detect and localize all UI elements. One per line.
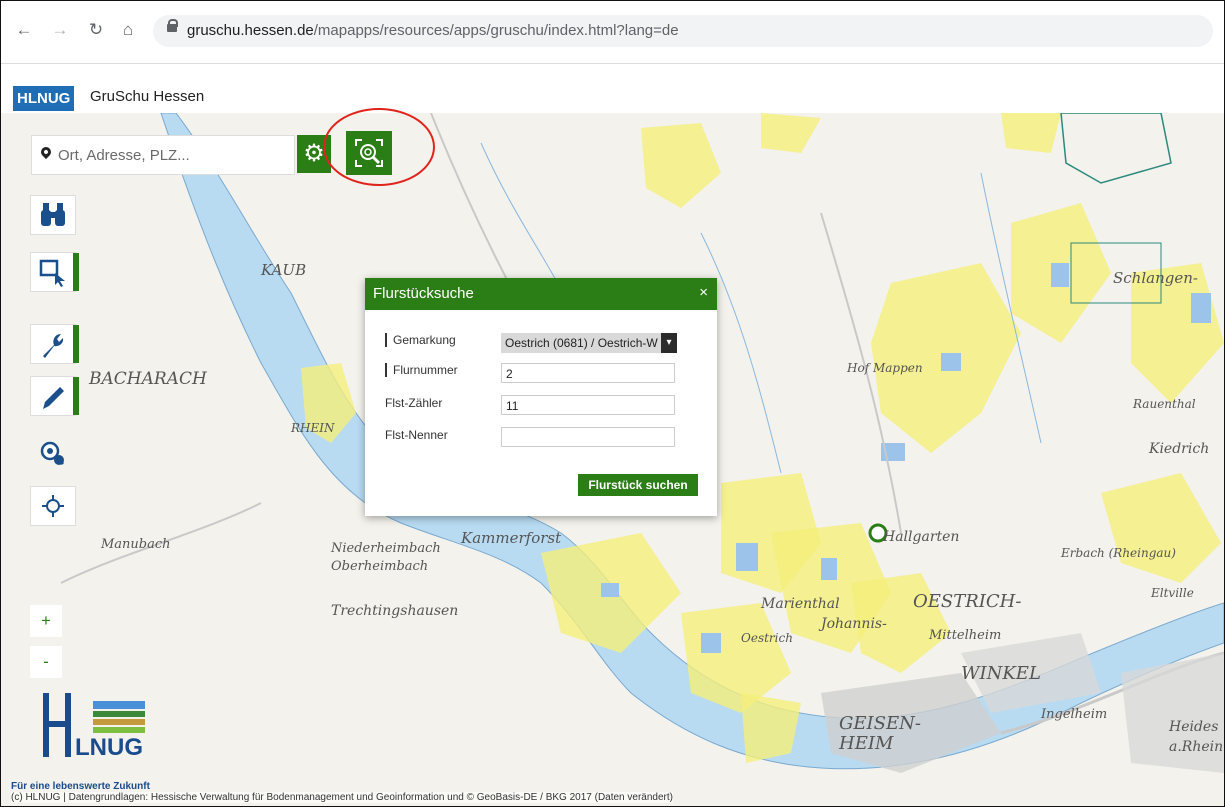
location-pin-icon — [38, 144, 54, 160]
map-place-label: Oestrich — [741, 631, 793, 645]
pencil-icon — [43, 387, 64, 409]
map-place-label: Schlangen- — [1113, 269, 1198, 287]
map-place-label: Johannis- — [821, 616, 887, 632]
tool-wrench[interactable] — [30, 324, 79, 364]
map-credits: (c) HLNUG | Datengrundlagen: Hessische V… — [11, 792, 673, 803]
crosshair-icon — [42, 495, 64, 517]
parcel-search-dialog: Flurstücksuche × Gemarkung Oestrich (068… — [365, 278, 717, 516]
tool-zoom-search[interactable] — [30, 433, 74, 471]
map-place-label: Rauenthal — [1133, 397, 1196, 411]
map-place-label: OESTRICH- — [913, 591, 1022, 612]
lock-icon — [167, 19, 178, 32]
map-place-label: Manubach — [101, 537, 171, 552]
map-place-label: Oberheimbach — [331, 559, 429, 574]
browser-toolbar: ← → ↻ ⌂ gruschu.hessen.de/mapapps/resour… — [1, 1, 1224, 64]
map-place-label: Heides — [1169, 719, 1219, 735]
binoculars-icon — [41, 203, 65, 226]
map-place-label: BACHARACH — [89, 369, 207, 389]
reload-icon[interactable]: ↻ — [87, 21, 105, 39]
chevron-down-icon[interactable]: ▾ — [661, 333, 677, 353]
brand-badge: HLNUG — [13, 86, 75, 111]
map-place-label: Marienthal — [761, 596, 840, 612]
map-place-label: Trechtingshausen — [331, 603, 459, 619]
search-box — [31, 135, 295, 175]
map-place-label: RHEIN — [291, 421, 335, 435]
map-place-label: WINKEL — [961, 663, 1041, 684]
dialog-header: Flurstücksuche × — [365, 278, 717, 310]
zoom-search-icon — [40, 441, 65, 466]
gemarkung-select[interactable]: Oestrich (0681) / Oestrich-W — [501, 333, 661, 353]
url-path: /mapapps/resources/apps/gruschu/index.ht… — [313, 22, 679, 39]
zoom-out-button[interactable]: - — [30, 646, 62, 678]
dialog-title: Flurstücksuche — [373, 285, 474, 302]
url-text[interactable]: gruschu.hessen.de/mapapps/resources/apps… — [187, 22, 679, 39]
flurnummer-input[interactable]: 2 — [501, 363, 675, 383]
tool-handle — [73, 253, 79, 291]
app-header: HLNUG GruSchu Hessen — [1, 85, 1224, 113]
gemarkung-label: Gemarkung — [385, 333, 456, 347]
select-rect-icon — [39, 259, 65, 287]
app-window: ← → ↻ ⌂ gruschu.hessen.de/mapapps/resour… — [0, 0, 1225, 807]
app-title: GruSchu Hessen — [90, 88, 205, 105]
zaehler-input[interactable]: 11 — [501, 395, 675, 415]
flurnummer-label: Flurnummer — [385, 363, 458, 377]
home-icon[interactable]: ⌂ — [119, 21, 137, 39]
search-input[interactable] — [56, 143, 290, 167]
map-place-label: Kammerforst — [461, 529, 562, 547]
nenner-label: Flst-Nenner — [385, 428, 448, 442]
map-place-label: GEISEN- — [839, 713, 921, 734]
tool-binoculars[interactable] — [30, 195, 76, 235]
address-bar[interactable]: gruschu.hessen.de/mapapps/resources/apps… — [153, 15, 1213, 47]
logo-text: LNUG — [75, 734, 143, 761]
forward-icon[interactable]: → — [51, 21, 69, 39]
nenner-input[interactable] — [501, 427, 675, 447]
close-icon[interactable]: × — [699, 284, 708, 301]
map-place-label: Hof Mappen — [847, 361, 923, 375]
map-place-label: KAUB — [261, 261, 307, 279]
map-place-label: Kiedrich — [1149, 441, 1210, 457]
tool-draw[interactable] — [30, 376, 79, 416]
tool-handle — [73, 377, 79, 415]
back-icon[interactable]: ← — [15, 21, 33, 39]
url-host: gruschu.hessen.de — [187, 22, 314, 39]
map-place-label: Ingelheim — [1041, 707, 1108, 722]
hlnug-logo: LNUG — [43, 693, 145, 761]
tool-handle — [73, 325, 79, 363]
zaehler-label: Flst-Zähler — [385, 396, 443, 410]
gear-icon: ⚙ — [303, 140, 325, 167]
map-place-label: HEIM — [839, 733, 894, 754]
logo-slogan: Für eine lebenswerte Zukunft — [11, 781, 150, 792]
map-place-label: Niederheimbach — [331, 541, 441, 556]
map-place-label: Erbach (Rheingau) — [1061, 546, 1176, 560]
tool-locate[interactable] — [30, 486, 76, 526]
map-place-label: a.Rhein — [1169, 739, 1224, 755]
tool-select[interactable] — [30, 252, 79, 292]
zoom-in-button[interactable]: + — [30, 605, 62, 637]
parcel-search-submit-button[interactable]: Flurstück suchen — [578, 474, 698, 496]
map-place-label: Mittelheim — [929, 628, 1002, 643]
map-place-label: Eltville — [1151, 586, 1194, 600]
highlight-circle — [323, 108, 435, 186]
wrench-icon — [43, 334, 64, 358]
map-place-label: Hallgarten — [883, 529, 960, 545]
